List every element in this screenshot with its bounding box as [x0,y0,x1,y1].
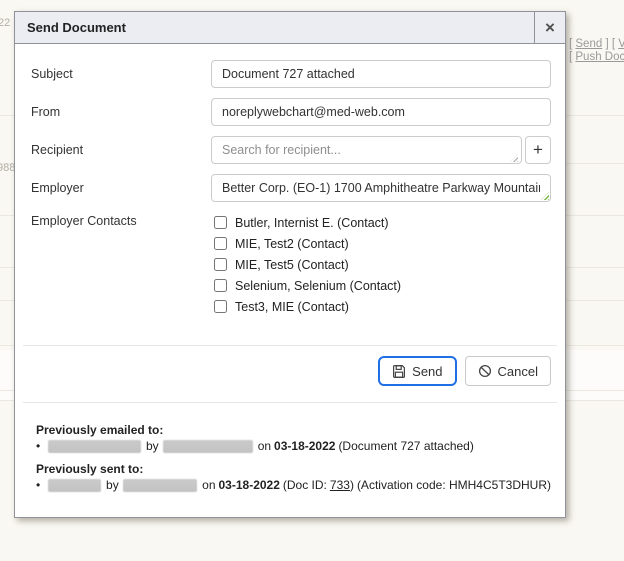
by-text: by [106,478,119,492]
dialog-title: Send Document [15,12,534,43]
dialog-actions: Send Cancel [31,356,551,386]
save-icon [392,364,406,378]
dialog-header: Send Document × [15,12,565,44]
recipient-search-input[interactable] [211,136,522,164]
add-recipient-button[interactable]: + [525,136,551,164]
contact-checkbox[interactable] [214,216,227,229]
previously-sent-heading: Previously sent to: [36,462,551,476]
cancel-icon [478,364,492,378]
emailed-history-item: • by on 03-18-2022 (Document 727 attache… [36,439,551,453]
background-push-doc-link[interactable]: Push Doc [575,51,624,63]
dialog-body: Subject From Recipient + Employer [15,44,565,492]
send-button-label: Send [412,364,442,379]
employer-label: Employer [31,174,211,195]
background-view-link[interactable]: V [618,38,624,50]
contact-option: MIE, Test2 (Contact) [211,233,551,254]
activation-code-text: (Activation code: HMH4C5T3DHUR) [357,478,551,492]
recipient-row: Recipient + [31,136,551,164]
page: { "background": { "fragment_top_left": "… [0,0,624,561]
background-action-links: [ Send ] [ V [ Push Doc [569,38,624,64]
doc-id-suffix: ) [350,478,354,492]
contact-checkbox[interactable] [214,300,227,313]
divider [23,345,557,346]
subject-input[interactable] [211,60,551,88]
contact-label: Test3, MIE (Contact) [235,300,349,314]
employer-contacts-row: Employer Contacts Butler, Internist E. (… [31,212,551,317]
subject-row: Subject [31,60,551,88]
bullet: • [36,439,46,453]
bracket: ] [ [602,38,618,50]
by-text: by [146,439,159,453]
contact-checkbox[interactable] [214,279,227,292]
bullet: • [36,478,46,492]
doc-id-prefix: (Doc ID: [283,478,327,492]
on-text: on [202,478,215,492]
redacted-sender [123,479,197,492]
from-label: From [31,98,211,119]
on-text: on [258,439,271,453]
employer-input[interactable] [211,174,551,202]
contact-option: Test3, MIE (Contact) [211,296,551,317]
divider [23,402,557,403]
contact-label: Butler, Internist E. (Contact) [235,216,389,230]
close-icon[interactable]: × [534,12,565,43]
redacted-recipient [48,479,101,492]
employer-contacts-label: Employer Contacts [31,212,211,228]
from-row: From [31,98,551,126]
sent-date: 03-18-2022 [219,478,280,492]
cancel-button[interactable]: Cancel [465,356,551,386]
background-text-fragment: 22 [0,17,10,29]
recipient-label: Recipient [31,136,211,157]
contact-option: Butler, Internist E. (Contact) [211,212,551,233]
previously-emailed-heading: Previously emailed to: [36,423,551,437]
sent-history-item: • by on 03-18-2022 (Doc ID: 733 ) (Activ… [36,478,551,492]
contact-label: MIE, Test5 (Contact) [235,258,349,272]
emailed-note: (Document 727 attached) [338,439,473,453]
redacted-recipient [48,440,141,453]
contact-option: Selenium, Selenium (Contact) [211,275,551,296]
from-input[interactable] [211,98,551,126]
send-button[interactable]: Send [378,356,456,386]
emailed-date: 03-18-2022 [274,439,335,453]
doc-id-link[interactable]: 733 [330,478,350,492]
employer-contacts-list: Butler, Internist E. (Contact) MIE, Test… [211,212,551,317]
contact-checkbox[interactable] [214,258,227,271]
contact-checkbox[interactable] [214,237,227,250]
subject-label: Subject [31,60,211,81]
redacted-sender [163,440,253,453]
background-send-link[interactable]: Send [575,38,602,50]
history-section: Previously emailed to: • by on 03-18-202… [31,423,551,492]
send-document-dialog: Send Document × Subject From Recipient + [14,11,566,518]
contact-label: Selenium, Selenium (Contact) [235,279,401,293]
contact-option: MIE, Test5 (Contact) [211,254,551,275]
employer-row: Employer [31,174,551,202]
contact-label: MIE, Test2 (Contact) [235,237,349,251]
cancel-button-label: Cancel [498,364,538,379]
